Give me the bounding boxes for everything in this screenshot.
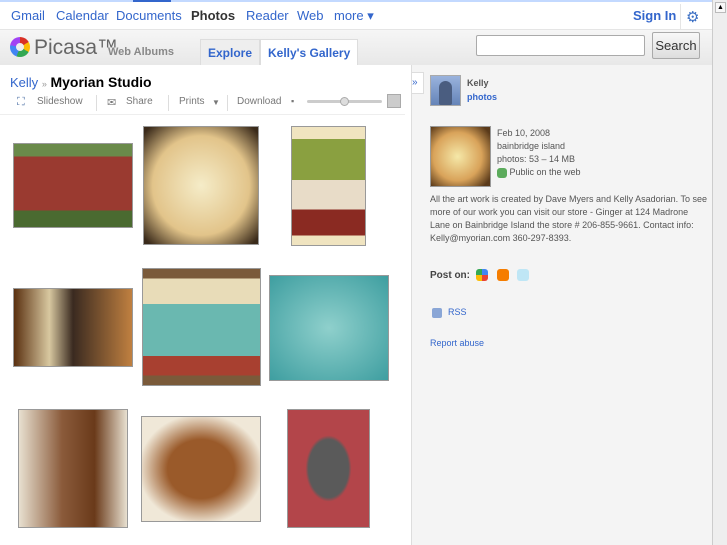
google-bar: Gmail Calendar Documents Photos Reader W… <box>0 0 712 29</box>
album-date: Feb 10, 2008 <box>497 128 551 138</box>
breadcrumb-sep: » <box>41 79 47 89</box>
breadcrumb: Kelly » Myorian Studio <box>10 74 152 90</box>
report-abuse-link[interactable]: Report abuse <box>430 338 484 348</box>
gear-icon[interactable]: ⚙ <box>686 8 699 26</box>
visibility: Public on the web <box>509 167 581 177</box>
photo-thumbnail[interactable] <box>141 416 261 522</box>
slideshow-icon[interactable]: ⛶ <box>17 96 25 109</box>
nav-documents[interactable]: Documents <box>116 8 182 23</box>
logo-text[interactable]: Picasa™ <box>34 36 118 60</box>
envelope-icon[interactable]: ✉ <box>107 96 116 109</box>
photo-thumbnail[interactable] <box>142 268 261 386</box>
tab-explore[interactable]: Explore <box>200 39 261 66</box>
breadcrumb-owner[interactable]: Kelly <box>10 75 38 90</box>
divider <box>680 4 681 29</box>
owner-photos-link[interactable]: photos <box>467 92 497 102</box>
buzz-icon[interactable] <box>476 269 488 281</box>
nav-calendar[interactable]: Calendar <box>56 8 109 23</box>
album-count: photos: 53 – 14 MB <box>497 154 576 164</box>
search-input[interactable] <box>476 35 645 56</box>
album-cover <box>430 126 491 187</box>
divider <box>168 95 169 111</box>
slider-knob[interactable] <box>340 97 349 106</box>
album-meta: Feb 10, 2008 bainbridge island photos: 5… <box>497 127 581 179</box>
photo-thumbnail[interactable] <box>291 126 366 246</box>
picasa-logo-icon <box>10 37 30 57</box>
rss-link[interactable]: RSS <box>432 307 467 318</box>
nav-more[interactable]: more ▾ <box>334 8 374 24</box>
slideshow-button[interactable]: Slideshow <box>37 96 83 107</box>
nav-photos[interactable]: Photos <box>191 8 235 23</box>
album-location: bainbridge island <box>497 141 566 151</box>
sign-in-link[interactable]: Sign In <box>633 8 676 23</box>
photo-thumbnail[interactable] <box>269 275 389 381</box>
album-title: Myorian Studio <box>50 74 152 90</box>
divider <box>227 95 228 111</box>
nav-reader[interactable]: Reader <box>246 8 289 23</box>
logo-subtitle: Web Albums <box>108 46 175 58</box>
rss-label[interactable]: RSS <box>448 307 467 317</box>
blogger-icon[interactable] <box>497 269 509 281</box>
photo-thumbnail[interactable] <box>143 126 259 245</box>
photo-thumbnail[interactable] <box>13 143 133 228</box>
nav-web[interactable]: Web <box>297 8 324 23</box>
search-button[interactable]: Search <box>652 32 700 59</box>
scroll-up-icon[interactable]: ▲ <box>715 2 726 13</box>
album-description: All the art work is created by Dave Myer… <box>430 194 707 243</box>
post-on-label: Post on: <box>430 270 470 281</box>
small-thumb-icon[interactable]: ▪ <box>291 96 294 106</box>
chevron-down-icon[interactable]: ▼ <box>212 98 220 107</box>
tab-kellys-gallery[interactable]: Kelly's Gallery <box>260 39 359 66</box>
thumbnail-size-slider[interactable] <box>307 97 382 106</box>
rss-icon <box>432 307 442 318</box>
album-sidebar: » Kelly photos Feb 10, 2008 bainbridge i… <box>411 65 712 545</box>
photo-thumbnail[interactable] <box>18 409 128 528</box>
twitter-icon[interactable] <box>517 269 529 281</box>
globe-icon <box>497 167 507 178</box>
photo-thumbnail[interactable] <box>287 409 370 528</box>
large-thumb-icon[interactable] <box>387 94 401 108</box>
divider <box>96 95 97 111</box>
album-main: Kelly » Myorian Studio ⛶ Slideshow ✉ Sha… <box>0 65 411 545</box>
picasa-header: Picasa™ Web Albums Explore Kelly's Galle… <box>0 29 712 66</box>
share-button[interactable]: Share <box>126 96 153 107</box>
nav-gmail[interactable]: Gmail <box>11 8 45 23</box>
owner-name: Kelly <box>467 78 489 88</box>
scrollbar[interactable]: ▲ <box>712 0 727 545</box>
photo-thumbnail[interactable] <box>13 288 133 367</box>
active-indicator <box>133 0 171 2</box>
prints-button[interactable]: Prints <box>179 96 205 107</box>
album-toolbar: ⛶ Slideshow ✉ Share Prints ▼ Download ▪ <box>0 93 405 115</box>
avatar[interactable] <box>430 75 461 106</box>
collapse-sidebar-button[interactable]: » <box>412 72 424 94</box>
download-button[interactable]: Download <box>237 96 281 107</box>
